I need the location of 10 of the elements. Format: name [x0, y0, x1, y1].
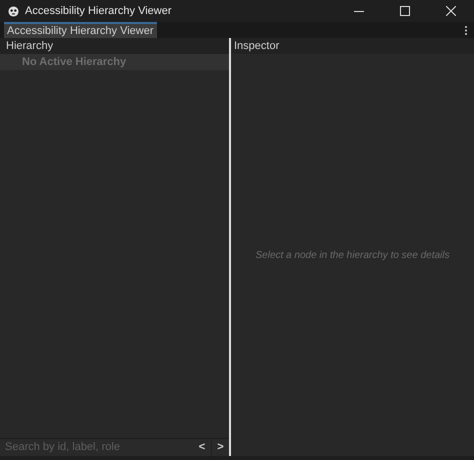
empty-message: Select a node in the hierarchy to see details	[255, 248, 450, 262]
previous-button[interactable]: <	[193, 439, 211, 456]
panel-header: Inspector	[231, 38, 474, 54]
tab[interactable]: Accessibility Hierarchy Viewer	[4, 22, 157, 38]
panel-header: Hierarchy	[0, 38, 229, 54]
window-title: Accessibility Hierarchy Viewer	[25, 4, 172, 19]
close-icon	[446, 6, 456, 16]
minimize-icon	[354, 10, 364, 12]
app-icon	[8, 6, 19, 16]
maximize-icon	[400, 6, 410, 16]
